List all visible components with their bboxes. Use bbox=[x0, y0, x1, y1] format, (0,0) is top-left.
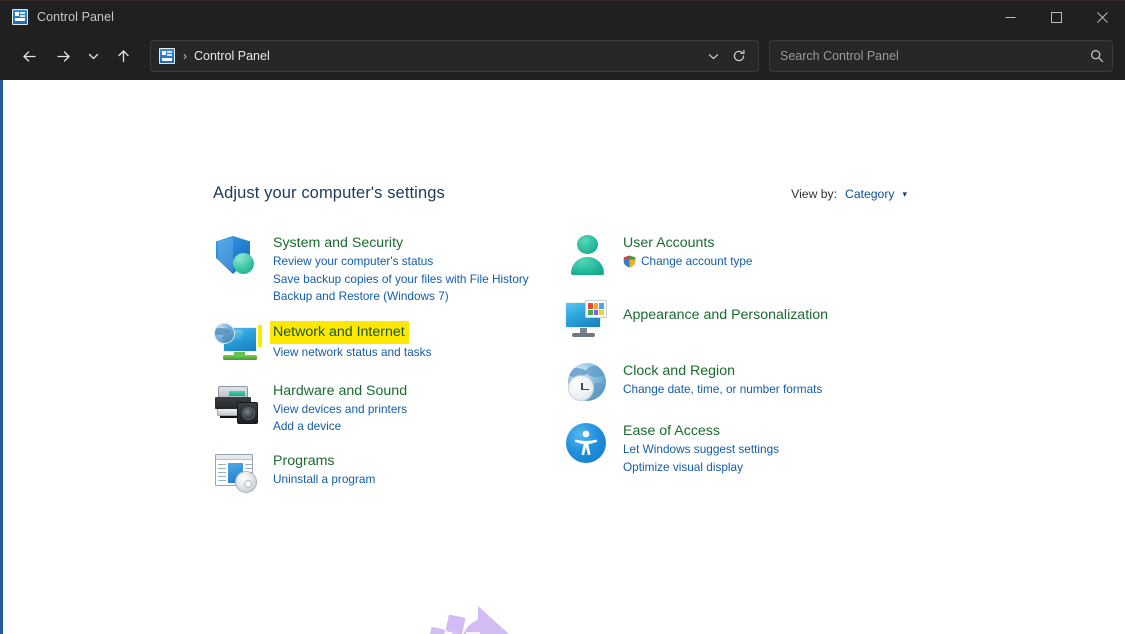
content-header: Adjust your computer's settings View by:… bbox=[213, 184, 907, 203]
category-column-left: System and Security Review your computer… bbox=[213, 232, 563, 508]
uac-shield-icon bbox=[623, 255, 636, 268]
category-column-right: User Accounts Change account type Appear… bbox=[563, 232, 913, 508]
view-by-control: View by: Category ▾ bbox=[791, 187, 907, 201]
address-control-panel-icon bbox=[159, 48, 175, 64]
minimize-button[interactable] bbox=[987, 1, 1033, 33]
category-link[interactable]: Review your computer's status bbox=[273, 253, 529, 271]
category-link[interactable]: Let Windows suggest settings bbox=[623, 441, 779, 459]
category-link[interactable]: Backup and Restore (Windows 7) bbox=[273, 288, 529, 306]
category-title-system-and-security[interactable]: System and Security bbox=[273, 233, 403, 253]
window-title: Control Panel bbox=[37, 9, 115, 24]
category-title-appearance-and-personalization[interactable]: Appearance and Personalization bbox=[623, 305, 828, 325]
category-link[interactable]: Change account type bbox=[641, 253, 753, 271]
category-clock-and-region[interactable]: Clock and Region Change date, time, or n… bbox=[563, 360, 913, 406]
user-account-icon bbox=[563, 232, 611, 278]
category-programs[interactable]: Programs Uninstall a program bbox=[213, 450, 563, 496]
programs-disc-icon bbox=[213, 450, 261, 496]
printer-speaker-icon bbox=[213, 380, 261, 426]
network-monitor-globe-icon bbox=[213, 320, 262, 366]
view-by-value[interactable]: Category bbox=[845, 187, 894, 201]
category-title-hardware-and-sound[interactable]: Hardware and Sound bbox=[273, 381, 407, 401]
chevron-down-icon[interactable]: ▾ bbox=[902, 189, 907, 200]
category-network-and-internet[interactable]: Network and Internet View network status… bbox=[213, 320, 563, 366]
content-area: Adjust your computer's settings View by:… bbox=[0, 80, 1125, 634]
address-history-dropdown[interactable] bbox=[700, 43, 726, 69]
category-link[interactable]: Add a device bbox=[273, 418, 407, 436]
search-icon[interactable] bbox=[1090, 49, 1104, 63]
page-title: Adjust your computer's settings bbox=[213, 184, 445, 202]
window-controls bbox=[987, 1, 1125, 33]
category-link[interactable]: Save backup copies of your files with Fi… bbox=[273, 271, 529, 289]
search-control-panel-box[interactable]: Search Control Panel bbox=[769, 40, 1113, 72]
category-body: Network and Internet View network status… bbox=[270, 320, 431, 366]
watermark: HOWTO bbox=[400, 598, 762, 634]
search-input[interactable]: Search Control Panel bbox=[780, 49, 1090, 63]
breadcrumb-control-panel[interactable]: Control Panel bbox=[194, 49, 270, 63]
address-bar[interactable]: › Control Panel bbox=[150, 40, 759, 72]
category-body: Clock and Region Change date, time, or n… bbox=[623, 360, 822, 406]
control-panel-icon bbox=[12, 8, 28, 25]
category-columns: System and Security Review your computer… bbox=[213, 232, 913, 508]
category-link[interactable]: Uninstall a program bbox=[273, 471, 375, 489]
shield-security-icon bbox=[213, 232, 261, 278]
category-body: System and Security Review your computer… bbox=[273, 232, 529, 306]
recent-locations-button[interactable] bbox=[80, 39, 106, 73]
category-body: User Accounts Change account type bbox=[623, 232, 753, 278]
category-ease-of-access[interactable]: Ease of Access Let Windows suggest setti… bbox=[563, 420, 913, 476]
category-system-and-security[interactable]: System and Security Review your computer… bbox=[213, 232, 563, 306]
forward-button[interactable] bbox=[46, 39, 80, 73]
close-button[interactable] bbox=[1079, 1, 1125, 33]
title-bar-left: Control Panel bbox=[0, 8, 115, 25]
category-title-clock-and-region[interactable]: Clock and Region bbox=[623, 361, 735, 381]
category-body: Programs Uninstall a program bbox=[273, 450, 375, 496]
category-appearance-and-personalization[interactable]: Appearance and Personalization bbox=[563, 296, 913, 342]
category-title-user-accounts[interactable]: User Accounts bbox=[623, 233, 714, 253]
category-user-accounts[interactable]: User Accounts Change account type bbox=[563, 232, 913, 278]
category-link[interactable]: View network status and tasks bbox=[273, 344, 431, 362]
up-button[interactable] bbox=[106, 39, 140, 73]
watermark-text: HOWTO bbox=[562, 626, 763, 634]
breadcrumb-separator: › bbox=[183, 49, 187, 63]
appearance-monitor-palette-icon bbox=[563, 296, 611, 342]
view-by-label: View by: bbox=[791, 187, 838, 201]
category-body: Ease of Access Let Windows suggest setti… bbox=[623, 420, 779, 476]
category-title-network-and-internet[interactable]: Network and Internet bbox=[270, 320, 409, 344]
title-bar: Control Panel bbox=[0, 0, 1125, 32]
category-hardware-and-sound[interactable]: Hardware and Sound View devices and prin… bbox=[213, 380, 563, 436]
category-link[interactable]: View devices and printers bbox=[273, 401, 407, 419]
category-title-programs[interactable]: Programs bbox=[273, 451, 335, 471]
left-accent-edge bbox=[0, 80, 3, 634]
navigation-toolbar: › Control Panel Search Control Panel bbox=[0, 32, 1125, 80]
ease-of-access-icon bbox=[563, 420, 611, 466]
category-title-ease-of-access[interactable]: Ease of Access bbox=[623, 421, 720, 441]
category-link[interactable]: Optimize visual display bbox=[623, 459, 779, 477]
category-link-row[interactable]: Change account type bbox=[623, 253, 753, 271]
category-link[interactable]: Change date, time, or number formats bbox=[623, 381, 822, 399]
maximize-button[interactable] bbox=[1033, 1, 1079, 33]
back-button[interactable] bbox=[12, 39, 46, 73]
clock-globe-icon bbox=[563, 360, 611, 406]
refresh-button[interactable] bbox=[726, 43, 752, 69]
control-panel-window: Control Panel › Control Panel Search Con… bbox=[0, 0, 1125, 634]
category-body: Appearance and Personalization bbox=[623, 296, 828, 342]
category-body: Hardware and Sound View devices and prin… bbox=[273, 380, 407, 436]
